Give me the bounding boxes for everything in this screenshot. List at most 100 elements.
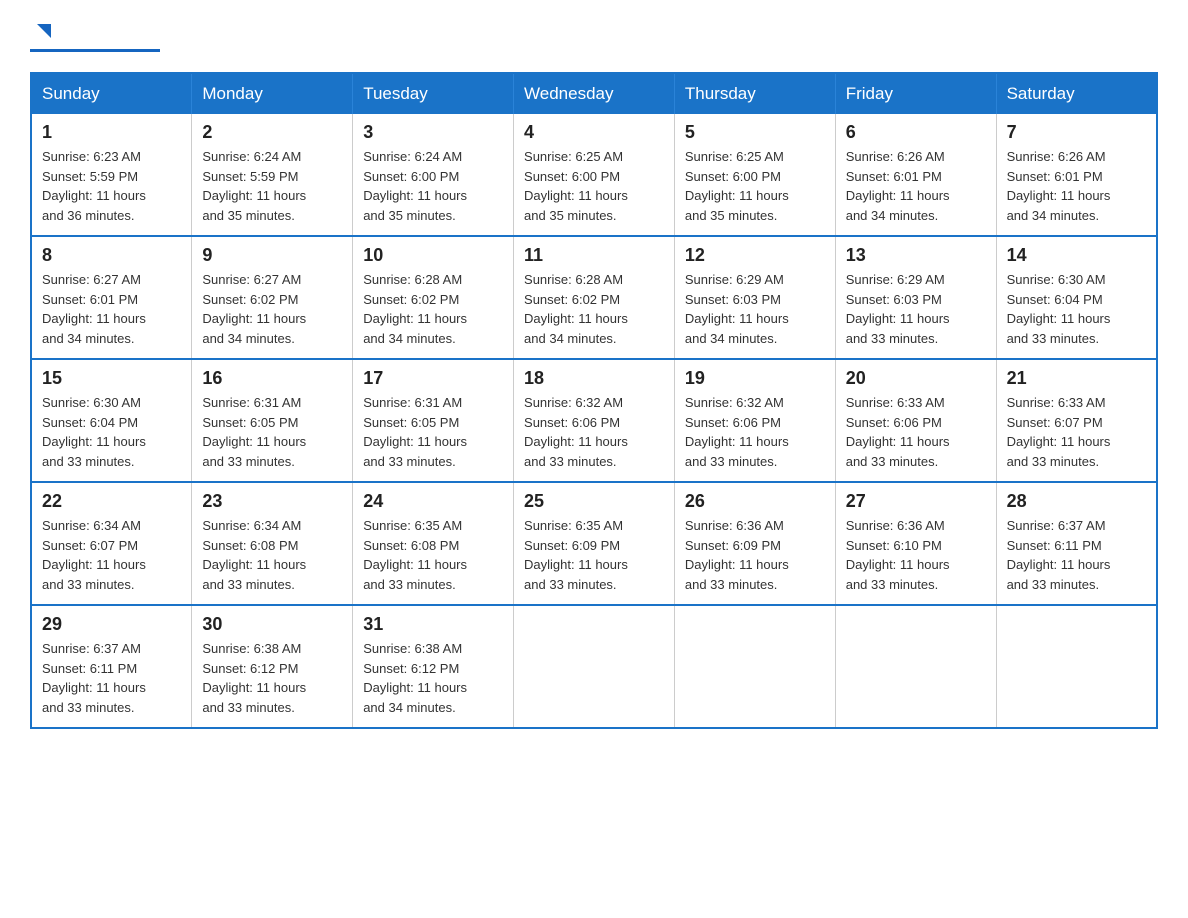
day-info: Sunrise: 6:30 AM Sunset: 6:04 PM Dayligh… (1007, 270, 1146, 348)
calendar-header: SundayMondayTuesdayWednesdayThursdayFrid… (31, 73, 1157, 114)
calendar-cell: 31 Sunrise: 6:38 AM Sunset: 6:12 PM Dayl… (353, 605, 514, 728)
day-number: 7 (1007, 122, 1146, 143)
calendar-cell: 12 Sunrise: 6:29 AM Sunset: 6:03 PM Dayl… (674, 236, 835, 359)
page-header (30, 20, 1158, 52)
day-number: 24 (363, 491, 503, 512)
day-info: Sunrise: 6:34 AM Sunset: 6:07 PM Dayligh… (42, 516, 181, 594)
calendar-cell: 8 Sunrise: 6:27 AM Sunset: 6:01 PM Dayli… (31, 236, 192, 359)
day-info: Sunrise: 6:38 AM Sunset: 6:12 PM Dayligh… (363, 639, 503, 717)
day-number: 26 (685, 491, 825, 512)
day-number: 27 (846, 491, 986, 512)
day-info: Sunrise: 6:25 AM Sunset: 6:00 PM Dayligh… (524, 147, 664, 225)
calendar-cell (674, 605, 835, 728)
day-number: 13 (846, 245, 986, 266)
calendar-cell: 20 Sunrise: 6:33 AM Sunset: 6:06 PM Dayl… (835, 359, 996, 482)
day-number: 4 (524, 122, 664, 143)
day-number: 12 (685, 245, 825, 266)
calendar-cell (996, 605, 1157, 728)
week-row-1: 1 Sunrise: 6:23 AM Sunset: 5:59 PM Dayli… (31, 114, 1157, 236)
calendar-cell: 4 Sunrise: 6:25 AM Sunset: 6:00 PM Dayli… (514, 114, 675, 236)
day-info: Sunrise: 6:38 AM Sunset: 6:12 PM Dayligh… (202, 639, 342, 717)
header-row: SundayMondayTuesdayWednesdayThursdayFrid… (31, 73, 1157, 114)
calendar-cell: 15 Sunrise: 6:30 AM Sunset: 6:04 PM Dayl… (31, 359, 192, 482)
day-info: Sunrise: 6:35 AM Sunset: 6:09 PM Dayligh… (524, 516, 664, 594)
day-number: 17 (363, 368, 503, 389)
calendar-cell (835, 605, 996, 728)
day-number: 8 (42, 245, 181, 266)
calendar-cell: 21 Sunrise: 6:33 AM Sunset: 6:07 PM Dayl… (996, 359, 1157, 482)
calendar-cell: 19 Sunrise: 6:32 AM Sunset: 6:06 PM Dayl… (674, 359, 835, 482)
day-number: 28 (1007, 491, 1146, 512)
calendar-body: 1 Sunrise: 6:23 AM Sunset: 5:59 PM Dayli… (31, 114, 1157, 728)
day-number: 31 (363, 614, 503, 635)
day-header-wednesday: Wednesday (514, 73, 675, 114)
calendar-cell: 2 Sunrise: 6:24 AM Sunset: 5:59 PM Dayli… (192, 114, 353, 236)
calendar-cell: 28 Sunrise: 6:37 AM Sunset: 6:11 PM Dayl… (996, 482, 1157, 605)
calendar-cell: 29 Sunrise: 6:37 AM Sunset: 6:11 PM Dayl… (31, 605, 192, 728)
day-info: Sunrise: 6:24 AM Sunset: 5:59 PM Dayligh… (202, 147, 342, 225)
calendar-cell: 3 Sunrise: 6:24 AM Sunset: 6:00 PM Dayli… (353, 114, 514, 236)
day-number: 6 (846, 122, 986, 143)
day-number: 22 (42, 491, 181, 512)
week-row-5: 29 Sunrise: 6:37 AM Sunset: 6:11 PM Dayl… (31, 605, 1157, 728)
day-number: 18 (524, 368, 664, 389)
day-number: 16 (202, 368, 342, 389)
day-number: 15 (42, 368, 181, 389)
day-info: Sunrise: 6:32 AM Sunset: 6:06 PM Dayligh… (685, 393, 825, 471)
calendar-cell: 26 Sunrise: 6:36 AM Sunset: 6:09 PM Dayl… (674, 482, 835, 605)
day-info: Sunrise: 6:29 AM Sunset: 6:03 PM Dayligh… (685, 270, 825, 348)
week-row-2: 8 Sunrise: 6:27 AM Sunset: 6:01 PM Dayli… (31, 236, 1157, 359)
day-info: Sunrise: 6:28 AM Sunset: 6:02 PM Dayligh… (524, 270, 664, 348)
calendar-cell: 10 Sunrise: 6:28 AM Sunset: 6:02 PM Dayl… (353, 236, 514, 359)
day-info: Sunrise: 6:26 AM Sunset: 6:01 PM Dayligh… (846, 147, 986, 225)
day-info: Sunrise: 6:34 AM Sunset: 6:08 PM Dayligh… (202, 516, 342, 594)
calendar-cell: 25 Sunrise: 6:35 AM Sunset: 6:09 PM Dayl… (514, 482, 675, 605)
calendar-cell: 6 Sunrise: 6:26 AM Sunset: 6:01 PM Dayli… (835, 114, 996, 236)
day-info: Sunrise: 6:36 AM Sunset: 6:09 PM Dayligh… (685, 516, 825, 594)
logo-arrow-icon (33, 20, 55, 47)
day-number: 21 (1007, 368, 1146, 389)
logo-underline (30, 49, 160, 52)
day-info: Sunrise: 6:32 AM Sunset: 6:06 PM Dayligh… (524, 393, 664, 471)
day-info: Sunrise: 6:33 AM Sunset: 6:07 PM Dayligh… (1007, 393, 1146, 471)
day-number: 19 (685, 368, 825, 389)
calendar-cell (514, 605, 675, 728)
day-info: Sunrise: 6:36 AM Sunset: 6:10 PM Dayligh… (846, 516, 986, 594)
week-row-3: 15 Sunrise: 6:30 AM Sunset: 6:04 PM Dayl… (31, 359, 1157, 482)
day-info: Sunrise: 6:26 AM Sunset: 6:01 PM Dayligh… (1007, 147, 1146, 225)
day-number: 25 (524, 491, 664, 512)
calendar-cell: 24 Sunrise: 6:35 AM Sunset: 6:08 PM Dayl… (353, 482, 514, 605)
logo (30, 20, 160, 52)
calendar-cell: 13 Sunrise: 6:29 AM Sunset: 6:03 PM Dayl… (835, 236, 996, 359)
day-header-saturday: Saturday (996, 73, 1157, 114)
calendar-cell: 5 Sunrise: 6:25 AM Sunset: 6:00 PM Dayli… (674, 114, 835, 236)
day-number: 30 (202, 614, 342, 635)
day-info: Sunrise: 6:24 AM Sunset: 6:00 PM Dayligh… (363, 147, 503, 225)
day-info: Sunrise: 6:37 AM Sunset: 6:11 PM Dayligh… (1007, 516, 1146, 594)
calendar-cell: 18 Sunrise: 6:32 AM Sunset: 6:06 PM Dayl… (514, 359, 675, 482)
calendar-cell: 7 Sunrise: 6:26 AM Sunset: 6:01 PM Dayli… (996, 114, 1157, 236)
day-info: Sunrise: 6:31 AM Sunset: 6:05 PM Dayligh… (202, 393, 342, 471)
calendar-cell: 22 Sunrise: 6:34 AM Sunset: 6:07 PM Dayl… (31, 482, 192, 605)
calendar-cell: 16 Sunrise: 6:31 AM Sunset: 6:05 PM Dayl… (192, 359, 353, 482)
calendar-cell: 17 Sunrise: 6:31 AM Sunset: 6:05 PM Dayl… (353, 359, 514, 482)
day-header-friday: Friday (835, 73, 996, 114)
day-info: Sunrise: 6:29 AM Sunset: 6:03 PM Dayligh… (846, 270, 986, 348)
week-row-4: 22 Sunrise: 6:34 AM Sunset: 6:07 PM Dayl… (31, 482, 1157, 605)
day-header-monday: Monday (192, 73, 353, 114)
calendar-cell: 14 Sunrise: 6:30 AM Sunset: 6:04 PM Dayl… (996, 236, 1157, 359)
calendar-cell: 1 Sunrise: 6:23 AM Sunset: 5:59 PM Dayli… (31, 114, 192, 236)
day-number: 3 (363, 122, 503, 143)
calendar-cell: 11 Sunrise: 6:28 AM Sunset: 6:02 PM Dayl… (514, 236, 675, 359)
day-header-sunday: Sunday (31, 73, 192, 114)
day-info: Sunrise: 6:23 AM Sunset: 5:59 PM Dayligh… (42, 147, 181, 225)
day-info: Sunrise: 6:37 AM Sunset: 6:11 PM Dayligh… (42, 639, 181, 717)
day-number: 2 (202, 122, 342, 143)
day-number: 11 (524, 245, 664, 266)
day-info: Sunrise: 6:35 AM Sunset: 6:08 PM Dayligh… (363, 516, 503, 594)
day-number: 10 (363, 245, 503, 266)
day-number: 5 (685, 122, 825, 143)
day-info: Sunrise: 6:25 AM Sunset: 6:00 PM Dayligh… (685, 147, 825, 225)
day-info: Sunrise: 6:27 AM Sunset: 6:01 PM Dayligh… (42, 270, 181, 348)
day-number: 20 (846, 368, 986, 389)
